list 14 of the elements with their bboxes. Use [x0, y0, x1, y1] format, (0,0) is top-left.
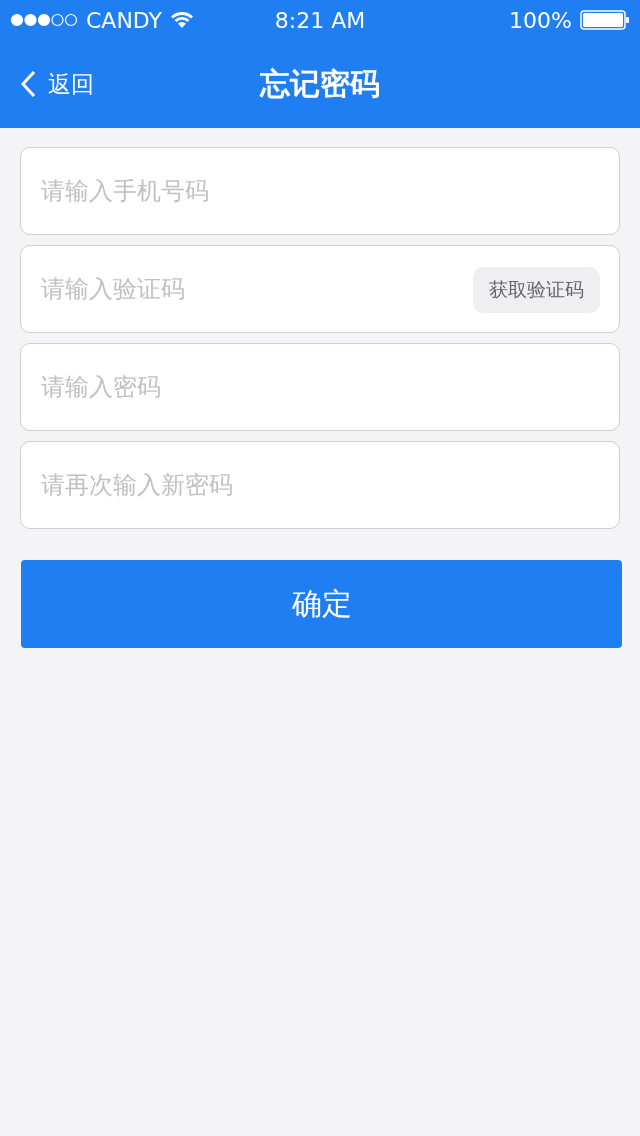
battery-percent: 100% [509, 7, 572, 33]
input-field[interactable]: 请输入手机号码 [20, 147, 620, 235]
signal-icon [10, 13, 78, 27]
back-button[interactable]: 返回 [0, 67, 100, 101]
status-time: 8:21 AM [274, 7, 366, 33]
confirm-button[interactable]: 确定 [21, 560, 622, 648]
carrier-name: CANDY [86, 7, 163, 33]
chevron-left-icon [20, 70, 36, 98]
battery-icon [580, 10, 630, 30]
page-title: 忘记密码 [260, 64, 380, 103]
wifi-icon [170, 11, 195, 29]
input-field[interactable]: 请再次输入新密码 [20, 441, 620, 529]
get-code-button[interactable]: 获取验证码 [473, 267, 600, 313]
input-field[interactable]: 请输入密码 [20, 343, 620, 431]
